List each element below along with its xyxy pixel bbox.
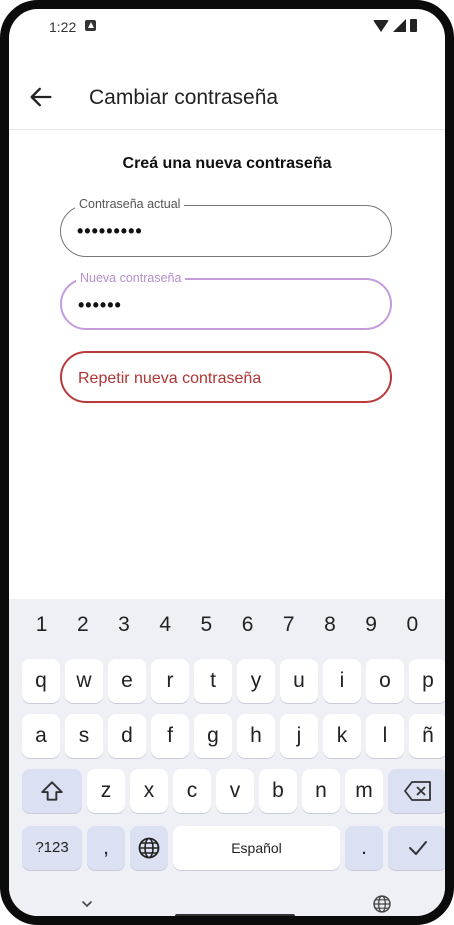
wifi-icon bbox=[373, 19, 389, 32]
shift-key[interactable] bbox=[22, 769, 82, 813]
key-l[interactable]: l bbox=[366, 714, 404, 758]
form-heading: Creá una nueva contraseña bbox=[122, 155, 332, 172]
key-g[interactable]: g bbox=[194, 714, 232, 758]
new-password-field[interactable]: Nueva contraseña •••••• bbox=[60, 271, 392, 330]
key-1[interactable]: 1 bbox=[22, 599, 62, 651]
key-t[interactable]: t bbox=[194, 659, 232, 703]
key-3[interactable]: 3 bbox=[104, 599, 144, 651]
key-enye[interactable]: ñ bbox=[409, 714, 445, 758]
key-x[interactable]: x bbox=[130, 769, 168, 813]
current-password-field[interactable]: Contraseña actual ••••••••• bbox=[60, 197, 392, 257]
key-4[interactable]: 4 bbox=[145, 599, 185, 651]
key-i[interactable]: i bbox=[323, 659, 361, 703]
device-frame: 1:22 Cambiar contraseña Creá una nueva c… bbox=[0, 0, 454, 925]
key-b[interactable]: b bbox=[259, 769, 297, 813]
comma-key[interactable]: , bbox=[87, 826, 125, 870]
current-password-value: ••••••••• bbox=[77, 221, 143, 241]
gesture-handle[interactable] bbox=[175, 914, 295, 916]
keyboard: 1 2 3 4 5 6 7 8 9 0 q w e r t y u i o p … bbox=[9, 599, 445, 916]
current-password-label: Contraseña actual bbox=[75, 197, 185, 211]
key-c[interactable]: c bbox=[173, 769, 211, 813]
key-r[interactable]: r bbox=[151, 659, 189, 703]
key-p[interactable]: p bbox=[409, 659, 445, 703]
app-bar: Cambiar contraseña bbox=[9, 65, 445, 130]
key-5[interactable]: 5 bbox=[186, 599, 226, 651]
key-7[interactable]: 7 bbox=[269, 599, 309, 651]
key-e[interactable]: e bbox=[108, 659, 146, 703]
status-bar: 1:22 bbox=[9, 9, 445, 43]
backspace-icon bbox=[403, 781, 431, 802]
key-u[interactable]: u bbox=[280, 659, 318, 703]
key-k[interactable]: k bbox=[323, 714, 361, 758]
key-8[interactable]: 8 bbox=[310, 599, 350, 651]
key-w[interactable]: w bbox=[65, 659, 103, 703]
key-j[interactable]: j bbox=[280, 714, 318, 758]
language-key[interactable] bbox=[130, 826, 168, 870]
key-q[interactable]: q bbox=[22, 659, 60, 703]
key-s[interactable]: s bbox=[65, 714, 103, 758]
status-icons bbox=[373, 19, 417, 32]
shift-icon bbox=[41, 781, 63, 802]
signal-icon bbox=[393, 19, 406, 32]
status-time: 1:22 bbox=[49, 19, 77, 35]
key-v[interactable]: v bbox=[216, 769, 254, 813]
key-6[interactable]: 6 bbox=[228, 599, 268, 651]
key-y[interactable]: y bbox=[237, 659, 275, 703]
key-2[interactable]: 2 bbox=[63, 599, 103, 651]
symbols-key[interactable]: ?123 bbox=[22, 826, 82, 870]
notification-icon bbox=[85, 20, 96, 31]
repeat-password-field[interactable]: Repetir nueva contraseña bbox=[60, 351, 392, 403]
hide-keyboard-chevron-icon[interactable] bbox=[79, 896, 95, 912]
language-switch-globe-icon[interactable] bbox=[372, 894, 392, 914]
key-a[interactable]: a bbox=[22, 714, 60, 758]
screen: 1:22 Cambiar contraseña Creá una nueva c… bbox=[9, 9, 445, 916]
key-9[interactable]: 9 bbox=[351, 599, 391, 651]
key-d[interactable]: d bbox=[108, 714, 146, 758]
checkmark-icon bbox=[408, 841, 427, 856]
key-z[interactable]: z bbox=[87, 769, 125, 813]
globe-icon bbox=[138, 838, 160, 859]
backspace-key[interactable] bbox=[388, 769, 445, 813]
key-o[interactable]: o bbox=[366, 659, 404, 703]
period-key[interactable]: . bbox=[345, 826, 383, 870]
space-key[interactable]: Español bbox=[173, 826, 340, 870]
back-arrow-icon[interactable] bbox=[27, 83, 55, 111]
key-h[interactable]: h bbox=[237, 714, 275, 758]
battery-icon bbox=[410, 19, 417, 32]
key-f[interactable]: f bbox=[151, 714, 189, 758]
new-password-label: Nueva contraseña bbox=[76, 271, 186, 285]
key-0[interactable]: 0 bbox=[392, 599, 432, 651]
number-row: 1 2 3 4 5 6 7 8 9 0 bbox=[9, 599, 445, 651]
keyboard-nav-bar bbox=[9, 884, 445, 916]
repeat-password-placeholder: Repetir nueva contraseña bbox=[78, 370, 262, 387]
key-m[interactable]: m bbox=[345, 769, 383, 813]
new-password-value: •••••• bbox=[78, 295, 122, 315]
key-n[interactable]: n bbox=[302, 769, 340, 813]
page-title: Cambiar contraseña bbox=[89, 86, 279, 109]
enter-key[interactable] bbox=[388, 826, 445, 870]
